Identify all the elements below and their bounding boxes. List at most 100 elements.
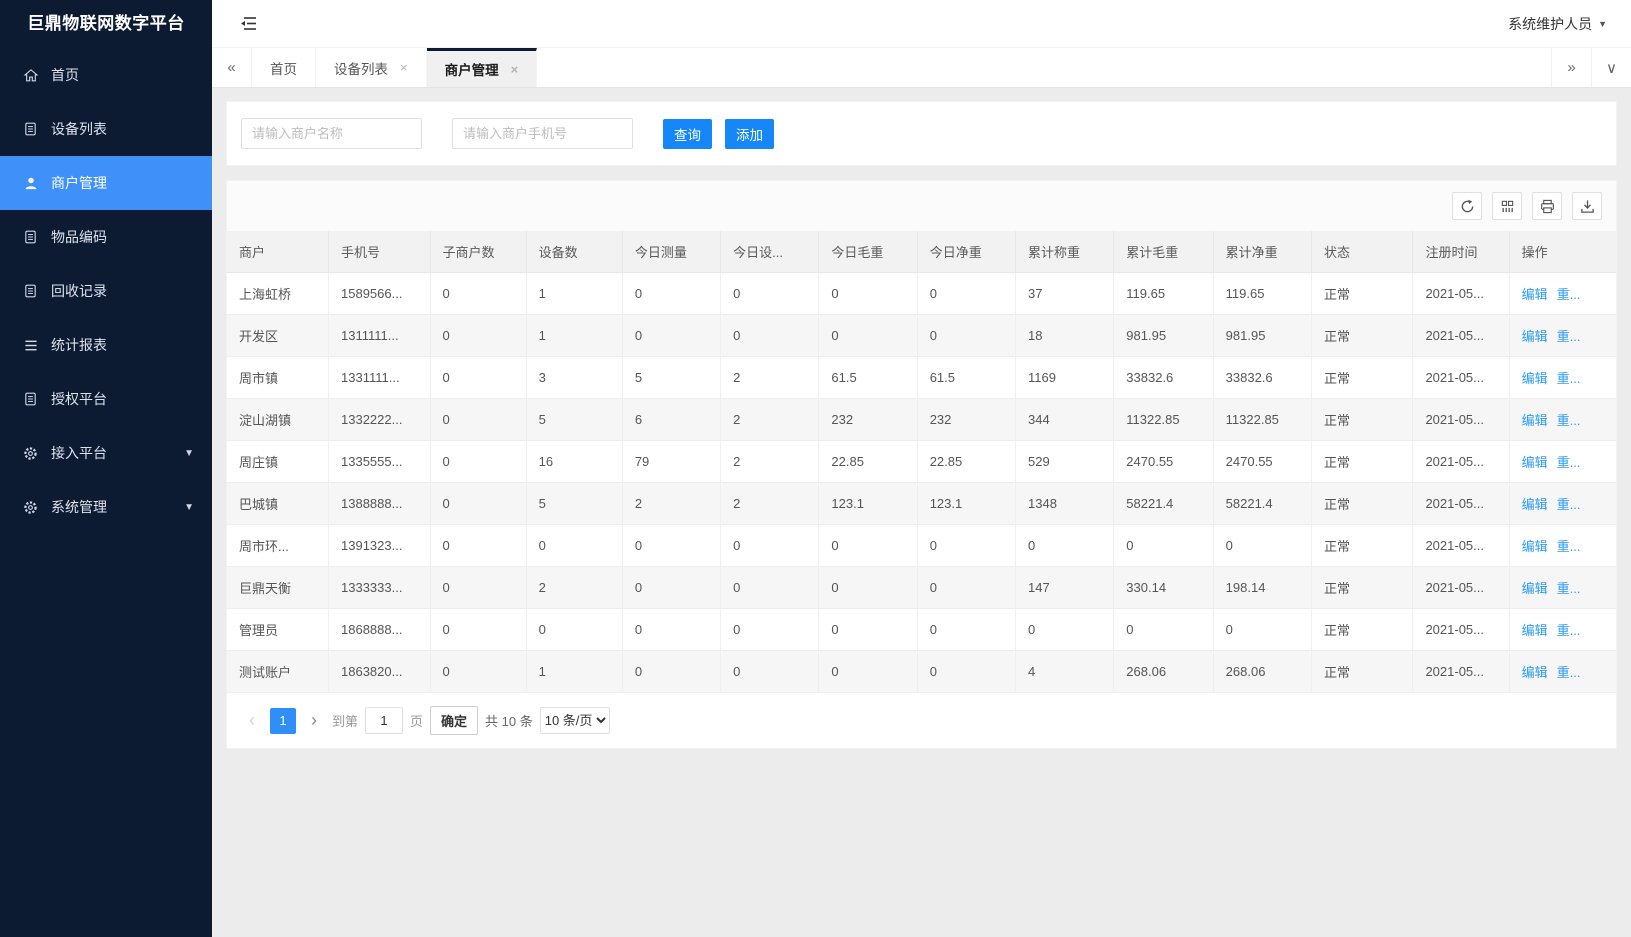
table-cell: 2021-05... bbox=[1413, 651, 1509, 693]
edit-link[interactable]: 编辑 bbox=[1522, 539, 1548, 554]
table-cell: 2 bbox=[721, 441, 819, 483]
edit-link[interactable]: 编辑 bbox=[1522, 329, 1548, 344]
goto-label: 到第 bbox=[332, 711, 358, 730]
goto-page-input[interactable] bbox=[365, 707, 403, 734]
table-cell: 正常 bbox=[1311, 651, 1413, 693]
lines-icon bbox=[22, 337, 39, 354]
edit-link[interactable]: 编辑 bbox=[1522, 371, 1548, 386]
prev-page-icon[interactable]: ‹ bbox=[241, 710, 263, 731]
sidebar-item-item-code[interactable]: 物品编码 bbox=[0, 210, 212, 264]
doc-icon bbox=[22, 283, 39, 300]
refresh-icon[interactable] bbox=[1452, 192, 1482, 220]
table-cell: 0 bbox=[430, 609, 526, 651]
user-menu[interactable]: 系统维护人员 ▼ bbox=[1508, 14, 1607, 34]
reset-link[interactable]: 重... bbox=[1557, 287, 1581, 302]
table-cell-operations: 编辑重... bbox=[1509, 567, 1616, 609]
table-row: 淀山湖镇1332222...056223223234411322.8511322… bbox=[227, 399, 1616, 441]
edit-link[interactable]: 编辑 bbox=[1522, 287, 1548, 302]
tab-device-list[interactable]: 设备列表× bbox=[316, 48, 427, 87]
topbar: 系统维护人员 ▼ bbox=[212, 0, 1631, 48]
sidebar-item-auth-platform[interactable]: 授权平台 bbox=[0, 372, 212, 426]
table-cell: 0 bbox=[917, 273, 1015, 315]
table-cell: 0 bbox=[430, 525, 526, 567]
table-cell: 981.95 bbox=[1213, 315, 1311, 357]
reset-link[interactable]: 重... bbox=[1557, 539, 1581, 554]
add-button[interactable]: 添加 bbox=[725, 119, 774, 149]
table-cell: 1335555... bbox=[329, 441, 431, 483]
edit-link[interactable]: 编辑 bbox=[1522, 665, 1548, 680]
table-cell: 119.65 bbox=[1213, 273, 1311, 315]
next-page-icon[interactable]: › bbox=[303, 710, 325, 731]
tabs-scroll-right-icon[interactable]: » bbox=[1551, 48, 1591, 87]
table-cell: 22.85 bbox=[917, 441, 1015, 483]
reset-link[interactable]: 重... bbox=[1557, 581, 1581, 596]
reset-link[interactable]: 重... bbox=[1557, 455, 1581, 470]
search-card: 查询 添加 bbox=[226, 101, 1617, 166]
sidebar-item-device-list[interactable]: 设备列表 bbox=[0, 102, 212, 156]
merchant-phone-input[interactable] bbox=[452, 118, 633, 149]
columns-icon[interactable] bbox=[1492, 192, 1522, 220]
reset-link[interactable]: 重... bbox=[1557, 413, 1581, 428]
table-cell: 0 bbox=[622, 609, 720, 651]
tab-merchant-mgmt[interactable]: 商户管理× bbox=[427, 48, 538, 87]
table-cell: 1868888... bbox=[329, 609, 431, 651]
reset-link[interactable]: 重... bbox=[1557, 329, 1581, 344]
table-cell: 0 bbox=[430, 651, 526, 693]
edit-link[interactable]: 编辑 bbox=[1522, 497, 1548, 512]
sidebar-item-system-mgmt[interactable]: 系统管理▼ bbox=[0, 480, 212, 534]
table-row: 周庄镇1335555...01679222.8522.855292470.552… bbox=[227, 441, 1616, 483]
sidebar-item-statistics-report[interactable]: 统计报表 bbox=[0, 318, 212, 372]
sidebar-item-merchant-mgmt[interactable]: 商户管理 bbox=[0, 156, 212, 210]
sidebar-item-label: 统计报表 bbox=[51, 335, 107, 355]
reset-link[interactable]: 重... bbox=[1557, 665, 1581, 680]
collapse-sidebar-icon[interactable] bbox=[240, 16, 257, 31]
page-size-select[interactable]: 10 条/页 bbox=[540, 707, 610, 734]
table-cell: 正常 bbox=[1311, 609, 1413, 651]
merchant-name-input[interactable] bbox=[241, 118, 422, 149]
close-icon[interactable]: × bbox=[511, 62, 519, 77]
doc-icon bbox=[22, 121, 39, 138]
user-name: 系统维护人员 bbox=[1508, 14, 1592, 34]
table-cell-operations: 编辑重... bbox=[1509, 483, 1616, 525]
table-cell: 61.5 bbox=[819, 357, 917, 399]
edit-link[interactable]: 编辑 bbox=[1522, 623, 1548, 638]
main-column: 系统维护人员 ▼ « 首页设备列表×商户管理× » ∨ 查询 添加 bbox=[212, 0, 1631, 937]
column-header: 操作 bbox=[1509, 231, 1616, 273]
gear-icon bbox=[22, 445, 39, 462]
table-cell: 淀山湖镇 bbox=[227, 399, 329, 441]
query-button[interactable]: 查询 bbox=[663, 119, 712, 149]
table-cell: 198.14 bbox=[1213, 567, 1311, 609]
table-cell: 5 bbox=[622, 357, 720, 399]
tab-home[interactable]: 首页 bbox=[252, 48, 316, 87]
sidebar-item-recycle-records[interactable]: 回收记录 bbox=[0, 264, 212, 318]
tabs-menu-icon[interactable]: ∨ bbox=[1591, 48, 1631, 87]
table-cell: 33832.6 bbox=[1114, 357, 1213, 399]
table-row: 上海虹桥1589566...01000037119.65119.65正常2021… bbox=[227, 273, 1616, 315]
reset-link[interactable]: 重... bbox=[1557, 497, 1581, 512]
caret-down-icon: ▼ bbox=[184, 502, 194, 513]
reset-link[interactable]: 重... bbox=[1557, 623, 1581, 638]
column-header: 子商户数 bbox=[430, 231, 526, 273]
table-cell: 测试账户 bbox=[227, 651, 329, 693]
confirm-page-button[interactable]: 确定 bbox=[430, 706, 478, 735]
sidebar-nav: 首页设备列表商户管理物品编码回收记录统计报表授权平台接入平台▼系统管理▼ bbox=[0, 48, 212, 534]
sidebar-item-home[interactable]: 首页 bbox=[0, 48, 212, 102]
table-cell: 巨鼎天衡 bbox=[227, 567, 329, 609]
export-icon[interactable] bbox=[1572, 192, 1602, 220]
page-1-button[interactable]: 1 bbox=[270, 708, 296, 734]
edit-link[interactable]: 编辑 bbox=[1522, 455, 1548, 470]
table-cell: 18 bbox=[1016, 315, 1114, 357]
edit-link[interactable]: 编辑 bbox=[1522, 413, 1548, 428]
table-cell: 0 bbox=[526, 609, 622, 651]
sidebar-item-access-platform[interactable]: 接入平台▼ bbox=[0, 426, 212, 480]
table-cell: 232 bbox=[917, 399, 1015, 441]
column-header: 注册时间 bbox=[1413, 231, 1509, 273]
sidebar-item-label: 首页 bbox=[51, 65, 79, 85]
tabs-scroll-left-icon[interactable]: « bbox=[212, 48, 252, 87]
sidebar-item-label: 设备列表 bbox=[51, 119, 107, 139]
print-icon[interactable] bbox=[1532, 192, 1562, 220]
home-icon bbox=[22, 67, 39, 84]
close-icon[interactable]: × bbox=[400, 60, 408, 75]
reset-link[interactable]: 重... bbox=[1557, 371, 1581, 386]
edit-link[interactable]: 编辑 bbox=[1522, 581, 1548, 596]
